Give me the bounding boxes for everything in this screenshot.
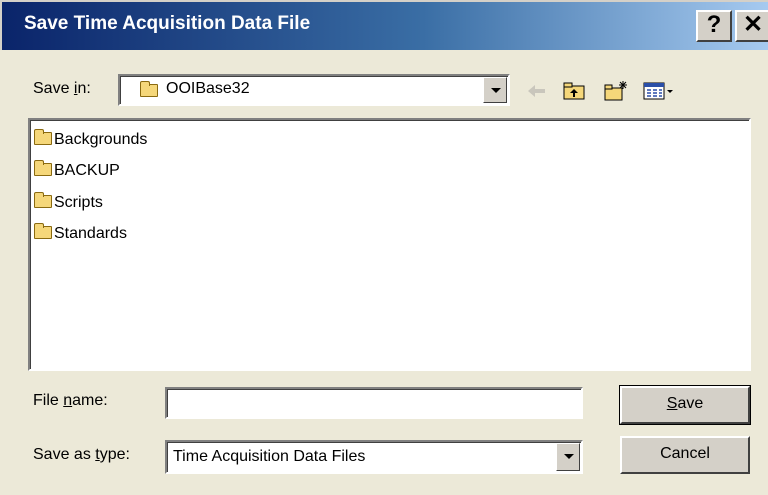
save-in-dropdown[interactable]: OOIBase32 [118,74,510,106]
chevron-down-icon[interactable] [483,77,507,103]
folder-icon [34,191,52,208]
new-folder-icon[interactable] [603,80,629,102]
folder-icon [34,128,52,145]
folder-icon [34,159,52,176]
file-name-field[interactable] [165,387,583,419]
view-menu-icon[interactable] [642,80,678,102]
file-name-label: File name: [33,392,108,409]
list-item[interactable]: BACKUP [34,159,120,183]
window-title: Save Time Acquisition Data File [24,13,311,34]
cancel-button[interactable]: Cancel [620,436,750,474]
save-as-type-label: Save as type: [33,446,130,463]
file-list[interactable]: Backgrounds BACKUP Scripts Standards [28,118,751,371]
folder-icon [140,81,158,97]
title-bar[interactable]: Save Time Acquisition Data File ? ✕ [0,0,768,50]
list-item[interactable]: Standards [34,222,127,246]
close-button[interactable]: ✕ [735,10,768,42]
list-item[interactable]: Backgrounds [34,128,147,152]
save-in-value: OOIBase32 [166,80,250,97]
folder-icon [34,222,52,239]
save-button[interactable]: Save [619,385,751,425]
back-arrow-icon[interactable] [524,80,550,102]
save-as-type-value: Time Acquisition Data Files [173,448,366,465]
list-item[interactable]: Scripts [34,191,103,215]
save-in-label: Save in: [33,80,91,97]
up-one-level-icon[interactable] [562,80,588,102]
chevron-down-icon[interactable] [556,443,580,471]
help-button[interactable]: ? [696,10,732,42]
save-as-type-dropdown[interactable]: Time Acquisition Data Files [165,440,583,474]
